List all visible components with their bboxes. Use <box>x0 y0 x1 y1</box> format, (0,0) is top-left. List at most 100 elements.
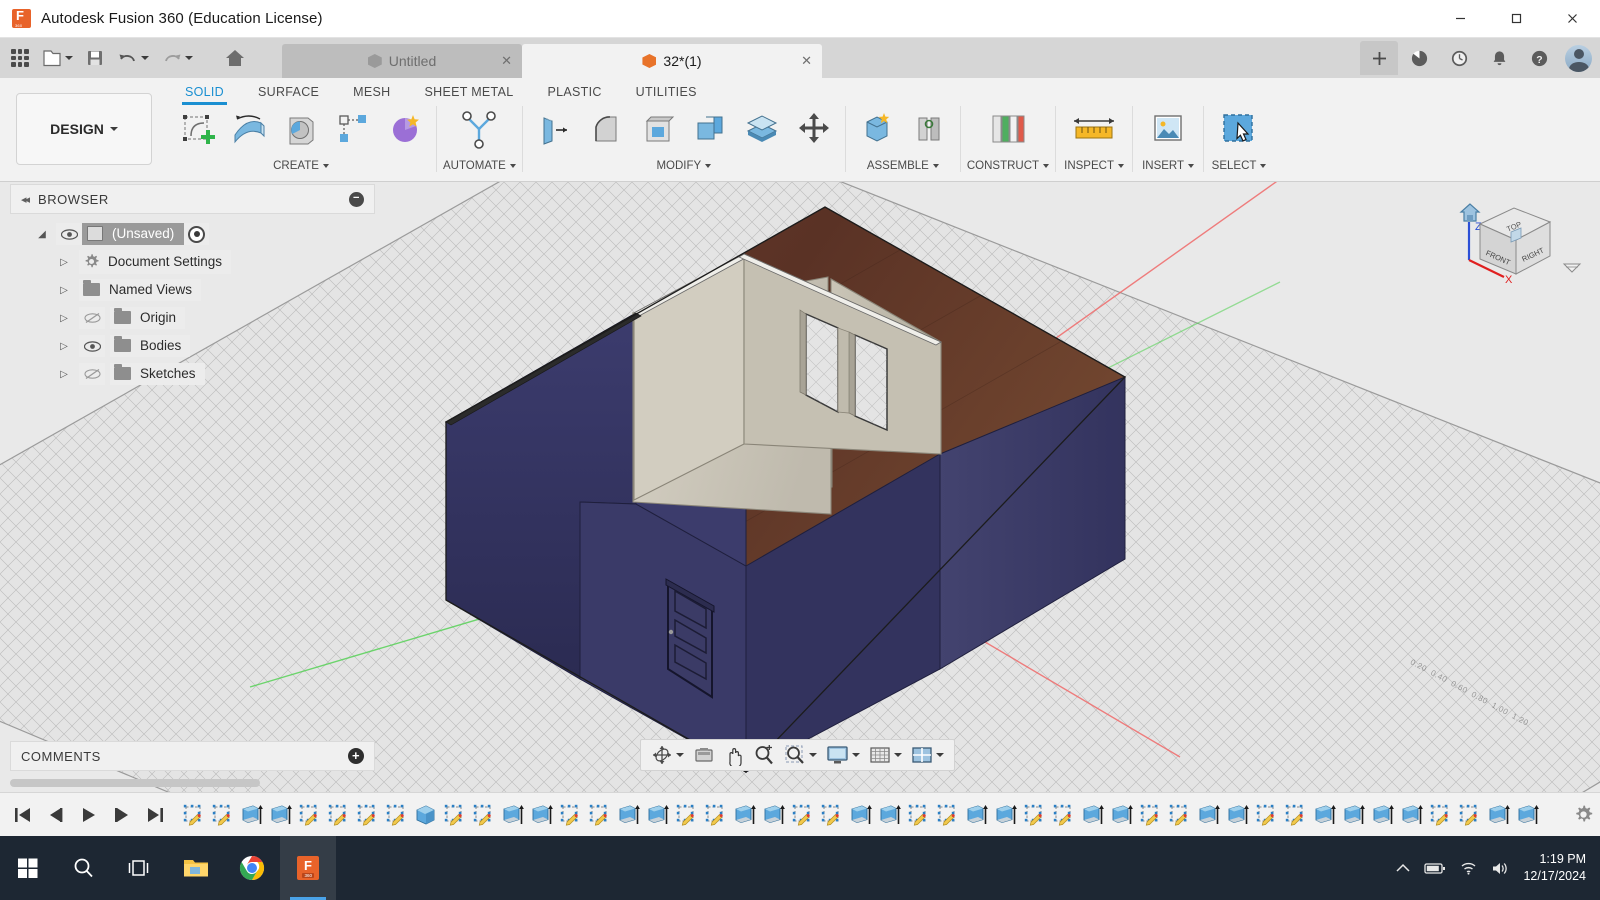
timeline-feature-sketch[interactable] <box>1050 800 1077 830</box>
tree-item-sketches[interactable]: ▷ Sketches <box>10 360 375 388</box>
create-pattern-icon[interactable] <box>328 106 378 152</box>
timeline-feature-extrude[interactable] <box>1514 800 1541 830</box>
tab-plastic[interactable]: PLASTIC <box>530 80 618 105</box>
home-button[interactable] <box>218 41 252 75</box>
user-avatar[interactable] <box>1565 44 1592 72</box>
timeline-feature-extrude[interactable] <box>238 800 265 830</box>
tab-close-icon[interactable]: ✕ <box>801 53 812 69</box>
timeline-feature-sketch[interactable] <box>354 800 381 830</box>
expand-arrow-icon[interactable]: ▷ <box>54 341 74 352</box>
extensions-icon[interactable] <box>1400 41 1438 75</box>
timeline-feature-sketch[interactable] <box>673 800 700 830</box>
move-copy-icon[interactable] <box>789 106 839 152</box>
press-pull-icon[interactable] <box>529 106 579 152</box>
minimize-button[interactable] <box>1432 0 1488 38</box>
timeline-scrollbar[interactable] <box>10 779 260 787</box>
panel-label-assemble[interactable]: ASSEMBLE <box>867 160 939 172</box>
help-icon[interactable]: ? <box>1520 41 1558 75</box>
document-tab-untitled[interactable]: Untitled ✕ <box>282 44 522 78</box>
timeline-feature-extrude[interactable] <box>992 800 1019 830</box>
zoom-window-icon[interactable] <box>780 741 821 769</box>
tree-item-document-settings[interactable]: ▷ Document Settings <box>10 248 375 276</box>
display-settings-icon[interactable] <box>822 741 864 769</box>
timeline-feature-sketch[interactable] <box>789 800 816 830</box>
timeline-feature-extrude[interactable] <box>1108 800 1135 830</box>
file-explorer-button[interactable] <box>168 836 224 900</box>
browser-minimize-icon[interactable]: − <box>349 191 364 207</box>
timeline-feature-sketch[interactable] <box>470 800 497 830</box>
visibility-eye-icon[interactable] <box>79 335 105 357</box>
timeline-feature-sketch[interactable] <box>325 800 352 830</box>
timeline-feature-sketch[interactable] <box>180 800 207 830</box>
timeline-feature-sketch[interactable] <box>296 800 323 830</box>
timeline-feature-sketch[interactable] <box>818 800 845 830</box>
visibility-eye-hidden-icon[interactable] <box>79 363 105 385</box>
joint-icon[interactable] <box>904 106 954 152</box>
browser-header[interactable]: ◂◂ BROWSER − <box>10 184 375 214</box>
view-cube-faces[interactable]: TOP FRONT RIGHT <box>1478 207 1552 275</box>
task-view-button[interactable] <box>112 836 168 900</box>
measure-icon[interactable] <box>1062 106 1126 152</box>
timeline-feature-sketch[interactable] <box>1253 800 1280 830</box>
play-button[interactable] <box>74 800 104 830</box>
save-button[interactable] <box>80 41 110 75</box>
expand-arrow-icon[interactable]: ◢ <box>32 229 52 240</box>
combine-icon[interactable] <box>685 106 735 152</box>
panel-label-automate[interactable]: AUTOMATE <box>443 160 516 172</box>
offset-plane-icon[interactable] <box>978 106 1038 152</box>
shell-icon[interactable] <box>633 106 683 152</box>
timeline-feature-sketch[interactable] <box>383 800 410 830</box>
start-button[interactable] <box>0 836 56 900</box>
tab-solid[interactable]: SOLID <box>168 80 241 105</box>
timeline-feature-sketch[interactable] <box>441 800 468 830</box>
close-button[interactable] <box>1544 0 1600 38</box>
create-sketch-icon[interactable] <box>172 106 222 152</box>
view-cube[interactable]: Z X TOP FRONT RIGHT <box>1442 182 1592 297</box>
tab-sheet-metal[interactable]: SHEET METAL <box>407 80 530 105</box>
tab-utilities[interactable]: UTILITIES <box>619 80 714 105</box>
timeline-feature-extrude[interactable] <box>499 800 526 830</box>
pan-hand-icon[interactable] <box>720 741 748 769</box>
tab-mesh[interactable]: MESH <box>336 80 407 105</box>
battery-icon[interactable] <box>1424 862 1446 875</box>
fusion360-button[interactable]: F 360 <box>280 836 336 900</box>
maximize-button[interactable] <box>1488 0 1544 38</box>
look-at-icon[interactable] <box>689 741 719 769</box>
add-comment-icon[interactable]: + <box>348 748 364 764</box>
collapse-panel-icon[interactable]: ◂◂ <box>21 193 30 206</box>
step-back-button[interactable] <box>41 800 71 830</box>
timeline-feature-extrude[interactable] <box>615 800 642 830</box>
timeline-feature-extrude[interactable] <box>760 800 787 830</box>
timeline-feature-extrude[interactable] <box>731 800 758 830</box>
panel-label-select[interactable]: SELECT <box>1212 160 1267 172</box>
tree-item-unsaved[interactable]: ◢ (Unsaved) <box>10 220 375 248</box>
apps-grid-button[interactable] <box>6 41 34 75</box>
select-icon[interactable] <box>1210 106 1268 152</box>
new-component-icon[interactable] <box>852 106 902 152</box>
chrome-button[interactable] <box>224 836 280 900</box>
timeline-feature-extrude[interactable] <box>963 800 990 830</box>
search-button[interactable] <box>56 836 112 900</box>
timeline-feature-extrude[interactable] <box>1485 800 1512 830</box>
create-revolve-icon[interactable] <box>276 106 326 152</box>
timeline-feature-extrude[interactable] <box>1398 800 1425 830</box>
timeline-feature-extrude[interactable] <box>267 800 294 830</box>
timeline-feature-sketch[interactable] <box>702 800 729 830</box>
timeline-feature-extrude[interactable] <box>847 800 874 830</box>
new-tab-icon[interactable] <box>1360 41 1398 75</box>
tab-surface[interactable]: SURFACE <box>241 80 336 105</box>
timeline-feature-sketch[interactable] <box>1021 800 1048 830</box>
create-more-icon[interactable] <box>380 106 430 152</box>
timeline-feature-extrude[interactable] <box>1369 800 1396 830</box>
timeline-feature-sketch[interactable] <box>1456 800 1483 830</box>
expand-arrow-icon[interactable]: ▷ <box>54 369 74 380</box>
timeline-feature-extrude[interactable] <box>1195 800 1222 830</box>
timeline-feature-sketch[interactable] <box>557 800 584 830</box>
viewport-layout-icon[interactable] <box>907 741 948 769</box>
timeline-feature-extrude[interactable] <box>1311 800 1338 830</box>
automate-icon[interactable] <box>454 106 504 152</box>
timeline-feature-box[interactable] <box>412 800 439 830</box>
fillet-icon[interactable] <box>581 106 631 152</box>
timeline-feature-sketch[interactable] <box>1282 800 1309 830</box>
go-to-end-button[interactable] <box>140 800 170 830</box>
